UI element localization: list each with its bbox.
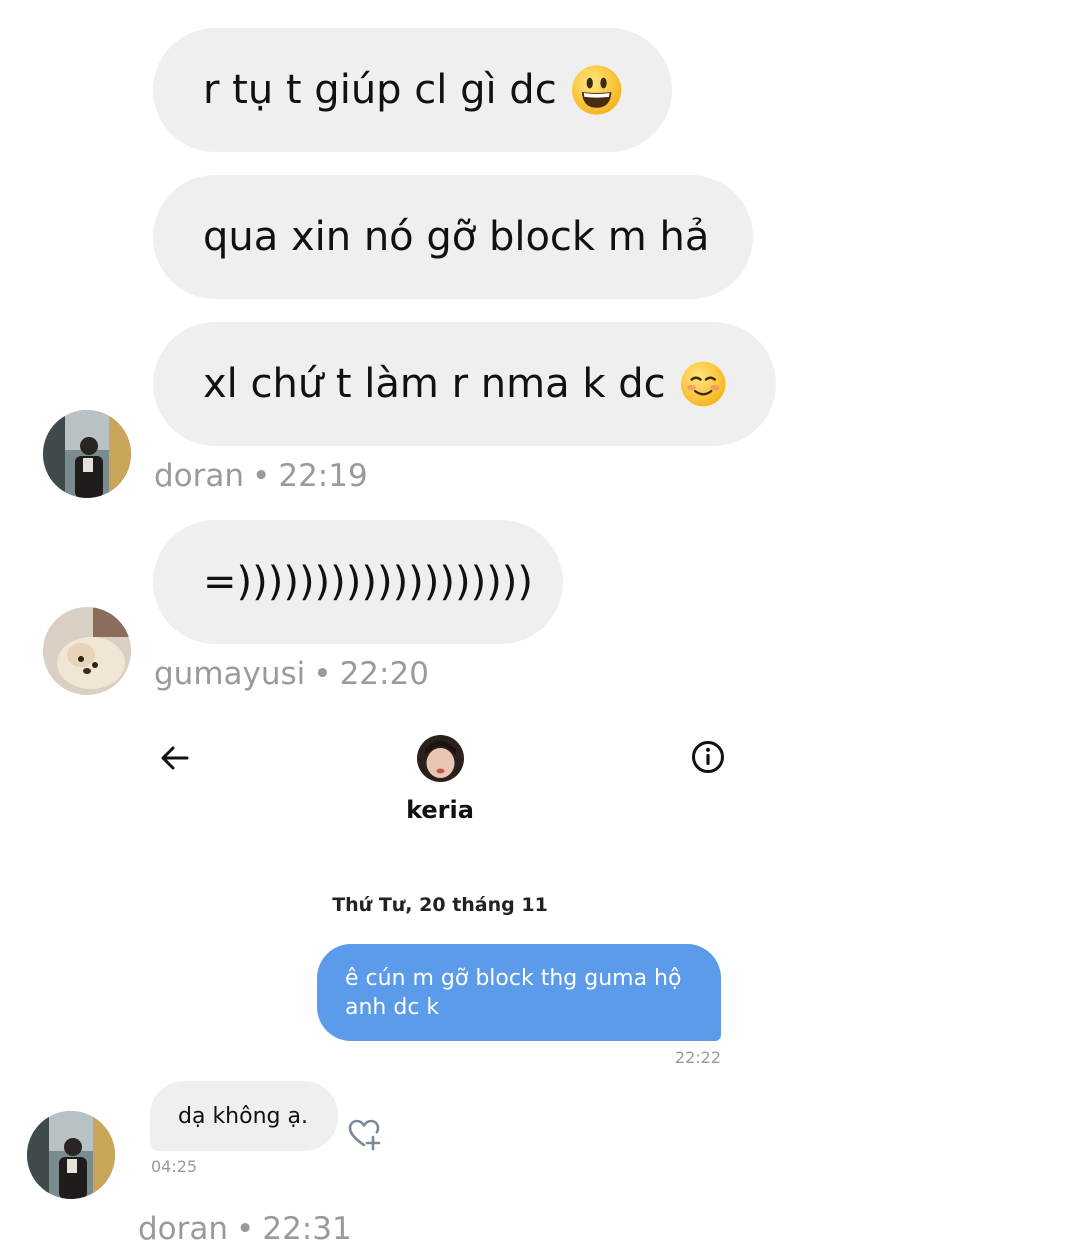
message-meta-1: doran • 22:19 — [154, 458, 368, 494]
timestamp: 22:20 — [339, 656, 429, 692]
avatar-gumayusi[interactable] — [43, 607, 131, 695]
sender-name: gumayusi — [154, 656, 306, 692]
message-bubble-4[interactable]: =))))))))))))))))))) — [153, 520, 563, 644]
sender-name: doran — [138, 1211, 229, 1247]
message-text-4: =))))))))))))))))))) — [203, 559, 534, 605]
received-message-time: 04:25 — [151, 1157, 198, 1176]
separator-dot: • — [252, 458, 271, 494]
avatar-doran[interactable] — [43, 410, 131, 498]
sender-name: doran — [154, 458, 245, 494]
smiling-face-emoji-icon — [680, 361, 726, 407]
message-text-3: xl chứ t làm r nma k dc — [203, 361, 666, 407]
sent-message-time: 22:22 — [674, 1048, 721, 1067]
avatar-keria[interactable] — [417, 735, 464, 782]
timestamp: 22:31 — [262, 1211, 352, 1247]
message-bubble-3[interactable]: xl chứ t làm r nma k dc — [153, 322, 776, 446]
message-meta-3: doran • 22:31 — [138, 1211, 352, 1247]
chat-header-name: keria — [406, 796, 474, 824]
sent-message-text: ê cún m gỡ block thg guma hộ anh dc k — [345, 966, 682, 1020]
separator-dot: • — [313, 656, 332, 692]
message-meta-2: gumayusi • 22:20 — [154, 656, 429, 692]
date-divider: Thứ Tư, 20 tháng 11 — [332, 894, 548, 916]
arrow-left-icon — [161, 746, 189, 770]
heart-plus-icon — [348, 1119, 381, 1151]
message-bubble-2[interactable]: qua xin nó gỡ block m hả — [153, 175, 753, 299]
received-message-text: dạ không ạ. — [178, 1103, 308, 1129]
info-icon — [692, 741, 724, 773]
info-button[interactable] — [690, 739, 726, 775]
separator-dot: • — [236, 1211, 255, 1247]
back-button[interactable] — [157, 740, 193, 776]
message-text-1: r tụ t giúp cl gì dc — [203, 67, 557, 113]
grinning-face-emoji-icon — [571, 65, 622, 115]
message-bubble-1[interactable]: r tụ t giúp cl gì dc — [153, 28, 672, 152]
message-text-2: qua xin nó gỡ block m hả — [203, 214, 710, 260]
react-button[interactable] — [347, 1118, 383, 1152]
avatar-doran[interactable] — [27, 1111, 115, 1199]
sent-message-bubble[interactable]: ê cún m gỡ block thg guma hộ anh dc k — [317, 944, 721, 1041]
timestamp: 22:19 — [278, 458, 368, 494]
received-message-bubble[interactable]: dạ không ạ. — [150, 1081, 338, 1151]
